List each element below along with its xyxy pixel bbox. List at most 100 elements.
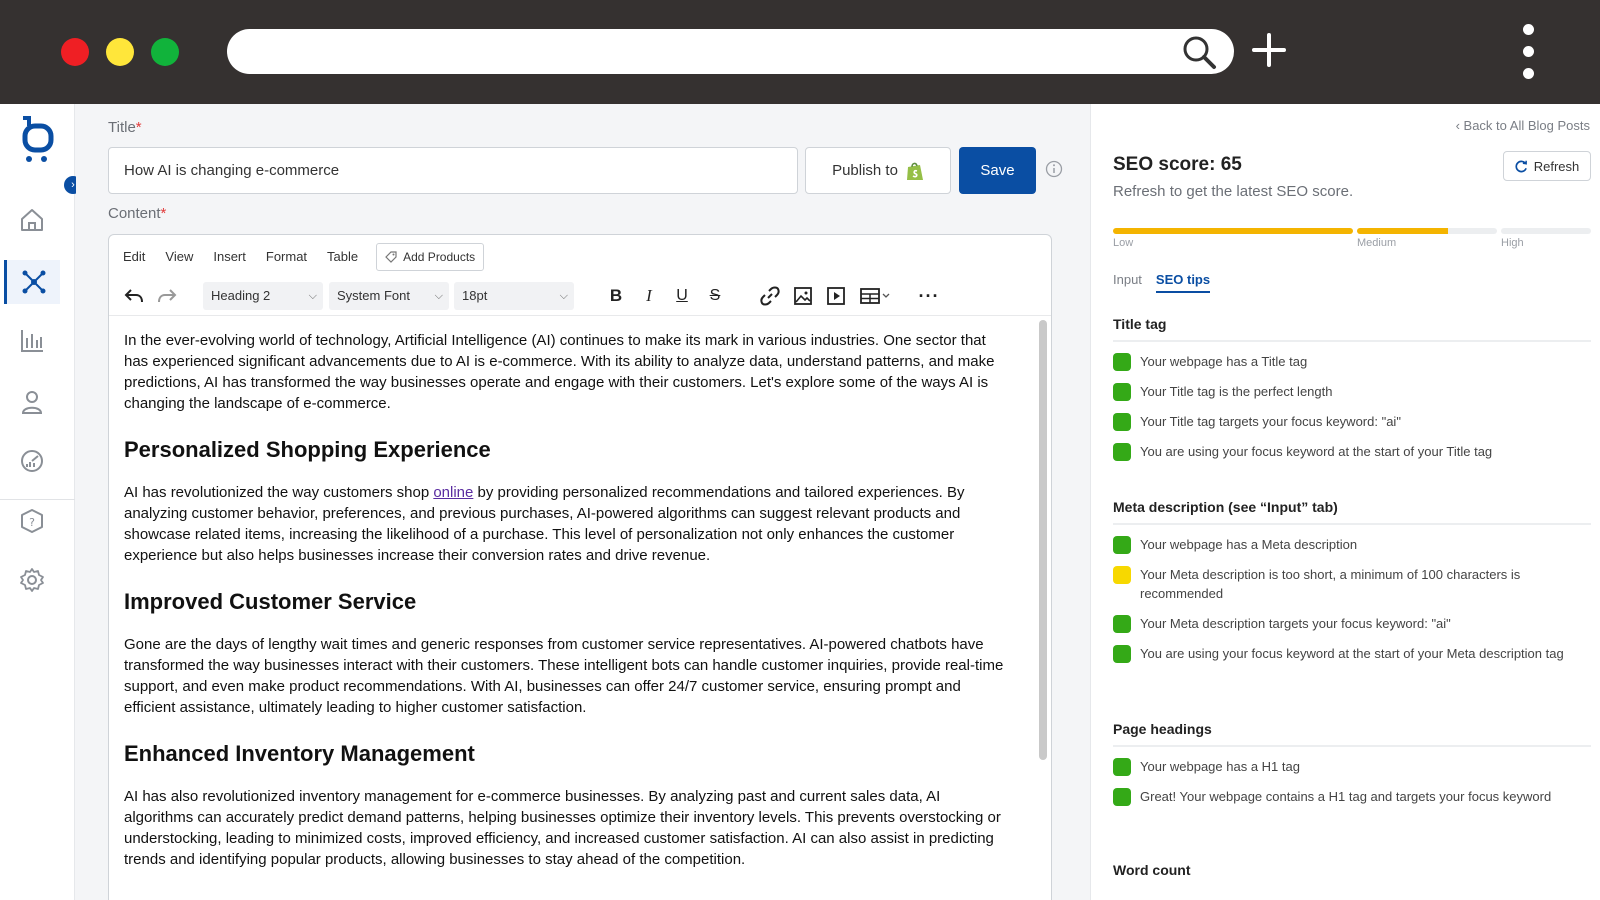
score-meter-high bbox=[1501, 228, 1591, 234]
bold-icon[interactable]: B bbox=[603, 283, 629, 309]
status-pass-indicator bbox=[1113, 758, 1131, 776]
title-input[interactable] bbox=[108, 147, 798, 194]
seo-tabs: Input SEO tips bbox=[1113, 272, 1211, 293]
block-format-value: Heading 2 bbox=[211, 288, 271, 303]
seo-tip: You are using your focus keyword at the … bbox=[1113, 442, 1591, 461]
menu-insert[interactable]: Insert bbox=[211, 243, 248, 271]
media-icon[interactable] bbox=[823, 283, 849, 309]
score-meter-fill bbox=[1113, 228, 1353, 234]
table-icon[interactable] bbox=[857, 283, 895, 309]
menu-view[interactable]: View bbox=[163, 243, 195, 271]
publish-label: Publish to bbox=[832, 162, 898, 179]
seo-tip: Your webpage has a Title tag bbox=[1113, 352, 1591, 371]
seo-score-title: SEO score: 65 bbox=[1113, 154, 1242, 175]
tab-seo-tips[interactable]: SEO tips bbox=[1155, 272, 1211, 293]
back-to-blog-posts-link[interactable]: ‹ Back to All Blog Posts bbox=[1456, 118, 1590, 133]
rich-text-editor: Edit View Insert Format Table Add Produc… bbox=[108, 234, 1052, 900]
toolbar-divider bbox=[109, 315, 1051, 316]
maximize-window-button[interactable] bbox=[151, 38, 179, 66]
editor-scrollbar[interactable] bbox=[1039, 320, 1047, 760]
seo-tip: Your Title tag is the perfect length bbox=[1113, 382, 1591, 401]
paragraph: AI has revolutionized the way customers … bbox=[124, 484, 965, 564]
underline-icon[interactable]: U bbox=[669, 283, 695, 309]
redo-icon[interactable] bbox=[154, 283, 180, 309]
refresh-button[interactable]: Refresh bbox=[1503, 151, 1591, 181]
search-icon[interactable] bbox=[1180, 33, 1218, 71]
nav-network[interactable] bbox=[4, 260, 60, 304]
status-pass-indicator bbox=[1113, 353, 1131, 371]
seo-tip: Your webpage has a Meta description bbox=[1113, 535, 1591, 554]
status-warning-indicator bbox=[1113, 566, 1131, 584]
editor-menubar: Edit View Insert Format Table Add Produc… bbox=[121, 243, 485, 271]
section-heading: Word count bbox=[1113, 862, 1191, 878]
save-button[interactable]: Save bbox=[959, 147, 1036, 194]
paragraph: Gone are the days of lengthy wait times … bbox=[124, 636, 1004, 716]
meter-label-medium: Medium bbox=[1357, 237, 1397, 249]
heading: Enhanced Inventory Management bbox=[124, 741, 475, 766]
browser-menu-kebab-icon[interactable] bbox=[1523, 24, 1535, 84]
strikethrough-icon[interactable]: S bbox=[702, 283, 728, 309]
minimize-window-button[interactable] bbox=[106, 38, 134, 66]
font-family-select[interactable]: System Font ⌵ bbox=[329, 282, 449, 310]
nav-analytics[interactable] bbox=[4, 319, 60, 363]
tag-icon bbox=[385, 251, 397, 263]
add-products-label: Add Products bbox=[403, 250, 476, 264]
left-sidebar: › ? bbox=[0, 104, 82, 900]
italic-icon[interactable]: I bbox=[636, 283, 662, 309]
app-logo[interactable] bbox=[19, 114, 55, 164]
content-label: Content* bbox=[108, 205, 167, 222]
section-heading: Title tag bbox=[1113, 316, 1591, 342]
seo-tip: Your Meta description targets your focus… bbox=[1113, 614, 1591, 633]
seo-tip: You are using your focus keyword at the … bbox=[1113, 644, 1591, 663]
nav-home[interactable] bbox=[4, 198, 60, 242]
nav-settings[interactable] bbox=[4, 558, 60, 602]
seo-section-word-count: Word count bbox=[1113, 862, 1591, 896]
font-size-value: 18pt bbox=[462, 288, 488, 303]
score-meter-fill bbox=[1357, 228, 1448, 234]
nav-help[interactable]: ? bbox=[4, 499, 60, 543]
document-body[interactable]: In the ever-evolving world of technology… bbox=[124, 330, 1009, 884]
nav-dashboard[interactable] bbox=[4, 439, 60, 483]
chevron-down-icon: ⌵ bbox=[559, 290, 568, 302]
address-bar[interactable] bbox=[227, 29, 1234, 74]
score-meter-low bbox=[1113, 228, 1353, 234]
paragraph: In the ever-evolving world of technology… bbox=[124, 332, 995, 412]
new-tab-plus-icon[interactable] bbox=[1249, 30, 1289, 70]
block-format-select[interactable]: Heading 2 ⌵ bbox=[203, 282, 323, 310]
status-pass-indicator bbox=[1113, 615, 1131, 633]
heading: Personalized Shopping Experience bbox=[124, 437, 491, 462]
menu-table[interactable]: Table bbox=[325, 243, 360, 271]
info-icon[interactable] bbox=[1045, 160, 1063, 178]
gauge-icon bbox=[21, 450, 43, 472]
refresh-icon bbox=[1515, 160, 1527, 172]
publish-to-shopify-button[interactable]: Publish to bbox=[805, 147, 951, 194]
seo-score-subtitle: Refresh to get the latest SEO score. bbox=[1113, 183, 1354, 200]
menu-edit[interactable]: Edit bbox=[121, 243, 147, 271]
meter-label-low: Low bbox=[1113, 237, 1134, 249]
user-icon bbox=[21, 391, 43, 414]
font-family-value: System Font bbox=[337, 288, 410, 303]
bar-chart-icon bbox=[21, 330, 43, 352]
gear-icon bbox=[20, 568, 44, 592]
network-icon bbox=[22, 270, 45, 294]
heading: Improved Customer Service bbox=[124, 589, 417, 614]
editor-area: Title* Publish to Save Content* Edit Vie… bbox=[76, 104, 1090, 900]
paragraph: AI has also revolutionized inventory man… bbox=[124, 788, 1001, 868]
help-icon: ? bbox=[21, 509, 43, 533]
undo-icon[interactable] bbox=[121, 283, 147, 309]
tab-input[interactable]: Input bbox=[1113, 272, 1142, 293]
seo-tip: Great! Your webpage contains a H1 tag an… bbox=[1113, 787, 1591, 806]
menu-format[interactable]: Format bbox=[264, 243, 309, 271]
seo-tip: Your Meta description is too short, a mi… bbox=[1113, 565, 1591, 603]
font-size-select[interactable]: 18pt ⌵ bbox=[454, 282, 574, 310]
chevron-down-icon: ⌵ bbox=[434, 290, 443, 302]
more-options-icon[interactable]: ··· bbox=[916, 283, 942, 309]
close-window-button[interactable] bbox=[61, 38, 89, 66]
status-pass-indicator bbox=[1113, 788, 1131, 806]
online-link[interactable]: online bbox=[433, 484, 473, 501]
nav-profile[interactable] bbox=[4, 380, 60, 424]
seo-section-page-headings: Page headings Your webpage has a H1 tag … bbox=[1113, 721, 1591, 817]
add-products-button[interactable]: Add Products bbox=[376, 243, 485, 271]
link-icon[interactable] bbox=[757, 283, 783, 309]
image-icon[interactable] bbox=[790, 283, 816, 309]
